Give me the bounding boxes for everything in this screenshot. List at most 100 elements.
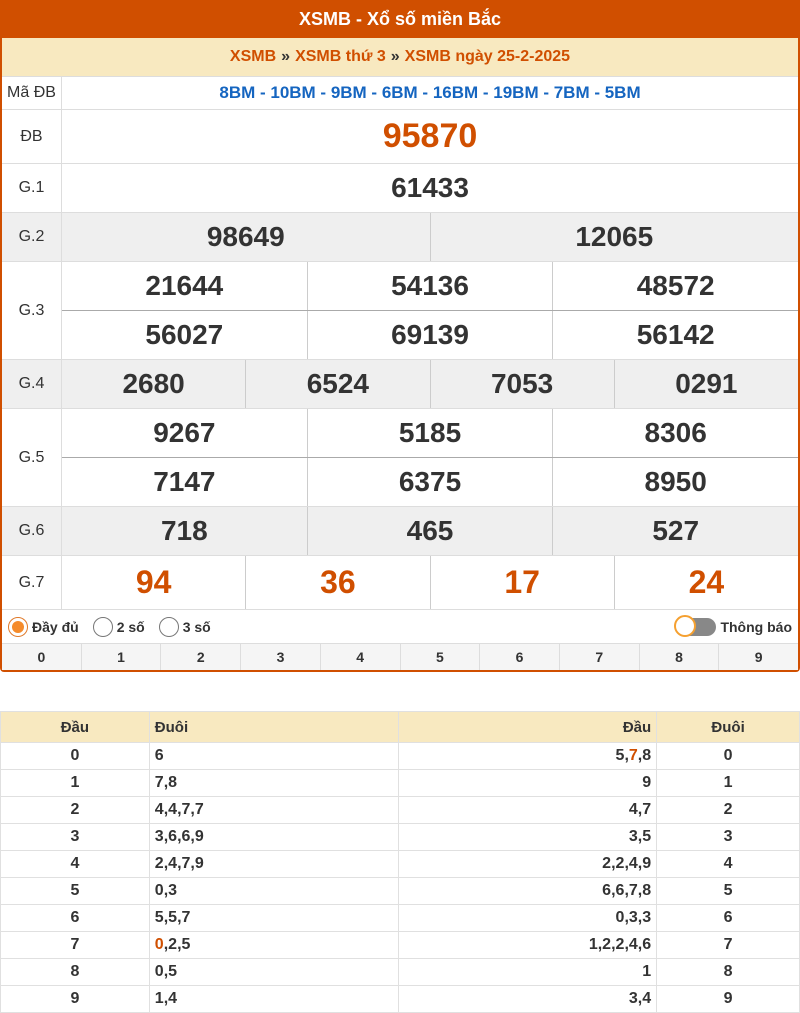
loto-digit: 0	[615, 909, 625, 926]
breadcrumb-sep: »	[281, 48, 291, 65]
g2-row: G.2 98649 12065	[2, 212, 798, 261]
loto-digit: 0	[154, 936, 164, 953]
digit-filter[interactable]: 2	[160, 644, 240, 670]
loto-digit: 2	[602, 855, 612, 872]
notify-label: Thông báo	[720, 618, 792, 635]
breadcrumb-xsmb[interactable]: XSMB	[230, 48, 276, 66]
digit-filter[interactable]: 5	[399, 644, 480, 670]
digit-filter[interactable]: 7	[558, 644, 639, 670]
loto-tail-list: 2,4,7,9	[148, 850, 400, 878]
loto-digit: 5	[168, 963, 178, 980]
g5-number: 8306	[552, 409, 798, 457]
breadcrumb: XSMB » XSMB thứ 3 » XSMB ngày 25-2-2025	[2, 38, 798, 76]
loto-digit: 4	[642, 990, 652, 1007]
breadcrumb-weekday[interactable]: XSMB thứ 3	[295, 48, 386, 66]
loto-digit: 3	[628, 909, 638, 926]
radio-two-digits[interactable]	[92, 616, 113, 637]
g1-label: G.1	[2, 164, 62, 212]
radio-three-digits[interactable]	[158, 616, 179, 637]
breadcrumb-sep: »	[390, 48, 400, 65]
digit-filter[interactable]: 4	[319, 644, 400, 670]
header-dau: Đầu	[0, 711, 150, 743]
g3-label: G.3	[2, 262, 62, 359]
g5-number: 6375	[306, 458, 553, 506]
loto-digit: 0	[154, 963, 164, 980]
g6-number: 527	[552, 507, 798, 555]
loto-digit: 2	[154, 855, 164, 872]
digit-filter[interactable]: 6	[479, 644, 559, 670]
digit-filter[interactable]: 3	[240, 644, 320, 670]
g5-number: 5185	[306, 409, 553, 457]
loto-head-digit: 8	[0, 958, 150, 986]
header-duoi: Đuôi	[148, 711, 400, 743]
loto-digit: 9	[194, 828, 204, 845]
option-three-label: 3 số	[182, 618, 211, 635]
loto-head-list: 1,2,2,4,6	[398, 931, 658, 959]
loto-digit: 8	[168, 774, 178, 791]
loto-tail-digit: 1	[656, 769, 800, 797]
loto-digit: 4	[628, 855, 638, 872]
loto-digit: 9	[642, 855, 652, 872]
loto-head-list: 9	[398, 769, 658, 797]
loto-head-list: 1	[398, 958, 658, 986]
loto-tail-list: 1,4	[148, 985, 400, 1013]
loto-head-list: 0,3,3	[398, 904, 658, 932]
loto-head-digit: 2	[0, 796, 150, 824]
digit-filter[interactable]: 8	[638, 644, 719, 670]
loto-digit: 6	[615, 882, 625, 899]
g6-row: G.6 718 465 527	[2, 506, 798, 555]
g6-number: 718	[160, 515, 208, 546]
digit-filter[interactable]: 9	[718, 644, 798, 670]
option-full[interactable]: Đầy đủ	[8, 616, 79, 637]
table-row: 7 0,2,5 1,2,2,4,6 7	[0, 931, 800, 959]
madb-row: Mã ĐB 8BM - 10BM - 9BM - 6BM - 16BM - 19…	[2, 76, 798, 109]
loto-head-list: 4,7	[398, 796, 658, 824]
table-row: 6 5,5,7 0,3,3 6	[0, 904, 800, 932]
loto-digit: 6	[642, 936, 652, 953]
g4-number: 7053	[429, 360, 614, 408]
breadcrumb-date[interactable]: XSMB ngày 25-2-2025	[405, 48, 570, 66]
g1-row: G.1 61433	[2, 163, 798, 212]
loto-digit: 3	[628, 828, 638, 845]
loto-tail-digit: 8	[656, 958, 800, 986]
loto-digit: 9	[194, 855, 204, 872]
loto-head-list: 3,5	[398, 823, 658, 851]
loto-head-digit: 5	[0, 877, 150, 905]
loto-digit: 3	[642, 909, 652, 926]
g3-number: 56027	[145, 319, 224, 350]
loto-digit: 6	[154, 747, 164, 764]
loto-digit: 6	[181, 828, 191, 845]
radio-full[interactable]	[8, 616, 28, 637]
g7-label: G.7	[2, 556, 62, 609]
notify-toggle[interactable]	[674, 614, 717, 637]
g3-number: 48572	[552, 262, 798, 310]
loto-tail-list: 7,8	[148, 769, 400, 797]
loto-head-list: 5,7,8	[398, 742, 658, 770]
loto-tail-list: 3,6,6,9	[148, 823, 400, 851]
loto-digit: 4	[628, 801, 638, 818]
loto-digit: 3	[154, 828, 164, 845]
option-three-digits[interactable]: 3 số	[158, 616, 211, 637]
loto-head-digit: 9	[0, 985, 150, 1013]
option-two-digits[interactable]: 2 số	[92, 616, 145, 637]
loto-tail-digit: 4	[656, 850, 800, 878]
g4-number: 2680	[122, 368, 185, 399]
db-number: 95870	[382, 117, 478, 155]
loto-tail-digit: 7	[656, 931, 800, 959]
loto-digit: 6	[168, 828, 178, 845]
digit-filter[interactable]: 1	[80, 644, 161, 670]
table-row: 1 7,8 9 1	[0, 769, 800, 797]
loto-digit: 1	[642, 963, 652, 980]
header-duoi-right: Đuôi	[656, 711, 800, 743]
g2-label: G.2	[2, 213, 62, 261]
table-row: 0 6 5,7,8 0	[0, 742, 800, 770]
loto-digit: 3	[168, 882, 178, 899]
loto-tail-digit: 6	[656, 904, 800, 932]
notify-toggle-wrap[interactable]: Thông báo	[674, 614, 792, 637]
loto-tail-list: 6	[148, 742, 400, 770]
digit-filter[interactable]: 0	[2, 644, 81, 670]
loto-digit: 2	[602, 936, 612, 953]
loto-digit: 4	[154, 801, 164, 818]
g3-row: G.3 21644 54136 48572 56027 69139 56142	[2, 261, 798, 359]
loto-tail-digit: 0	[656, 742, 800, 770]
